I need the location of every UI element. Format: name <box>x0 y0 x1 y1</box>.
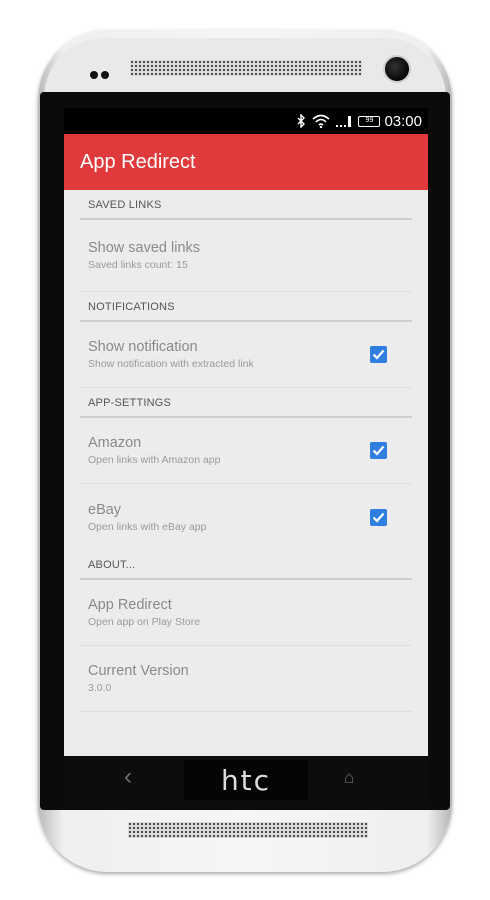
checkmark-icon <box>372 445 385 456</box>
top-speaker-grille <box>130 60 362 76</box>
section-header-about: ABOUT... <box>80 550 412 580</box>
battery-icon: 99 <box>358 115 381 127</box>
back-icon[interactable]: ‹ <box>124 765 132 789</box>
app-bar: App Redirect <box>64 134 428 190</box>
app-title: App Redirect <box>80 150 196 173</box>
section-header-saved-links: SAVED LINKS <box>80 190 412 220</box>
pref-show-notification[interactable]: Show notification Show notification with… <box>80 322 412 388</box>
pref-summary: Open links with eBay app <box>88 520 207 533</box>
preferences-list: SAVED LINKS Show saved links Saved links… <box>64 190 428 712</box>
checkmark-icon <box>372 512 385 523</box>
section-header-notifications: NOTIFICATIONS <box>80 292 412 322</box>
pref-summary: Show notification with extracted link <box>88 358 254 370</box>
pref-title: App Redirect <box>88 597 172 613</box>
pref-summary: Open app on Play Store <box>88 616 201 628</box>
show-notification-checkbox[interactable] <box>370 346 387 363</box>
pref-current-version[interactable]: Current Version 3.0.0 <box>80 646 412 712</box>
pref-show-saved-links[interactable]: Show saved links Saved links count: 15 <box>80 220 412 292</box>
bottom-speaker-grille <box>128 822 368 838</box>
htc-logo: htc <box>184 760 308 800</box>
pref-ebay[interactable]: eBay Open links with eBay app <box>80 484 412 550</box>
checkmark-icon <box>372 349 385 360</box>
bluetooth-icon <box>297 114 306 128</box>
sensor-dots <box>90 66 112 84</box>
navigation-bar: ‹ htc ⌂ <box>64 756 428 802</box>
section-header-app-settings: APP-SETTINGS <box>80 388 412 418</box>
pref-title: Show saved links <box>88 240 201 256</box>
pref-summary: 3.0.0 <box>88 682 112 694</box>
ebay-checkbox[interactable] <box>370 508 387 526</box>
screen: 99 03:00 App Redirect SAVED LINKS Show s… <box>64 108 428 756</box>
pref-title: Current Version <box>88 663 189 679</box>
home-icon[interactable]: ⌂ <box>344 768 354 788</box>
pref-amazon[interactable]: Amazon Open links with Amazon app <box>80 418 412 484</box>
pref-title: Show notification <box>88 339 198 355</box>
pref-summary: Saved links count: 15 <box>88 259 188 271</box>
status-time: 03:00 <box>384 112 422 130</box>
wifi-icon <box>312 114 330 128</box>
pref-summary: Open links with Amazon app <box>88 454 221 466</box>
pref-title: Amazon <box>88 435 142 451</box>
pref-app-redirect-play-store[interactable]: App Redirect Open app on Play Store <box>80 580 412 646</box>
front-camera <box>383 55 411 83</box>
signal-icon <box>336 115 352 127</box>
pref-title: eBay <box>88 501 122 518</box>
amazon-checkbox[interactable] <box>370 442 387 459</box>
status-bar: 99 03:00 <box>64 108 428 134</box>
